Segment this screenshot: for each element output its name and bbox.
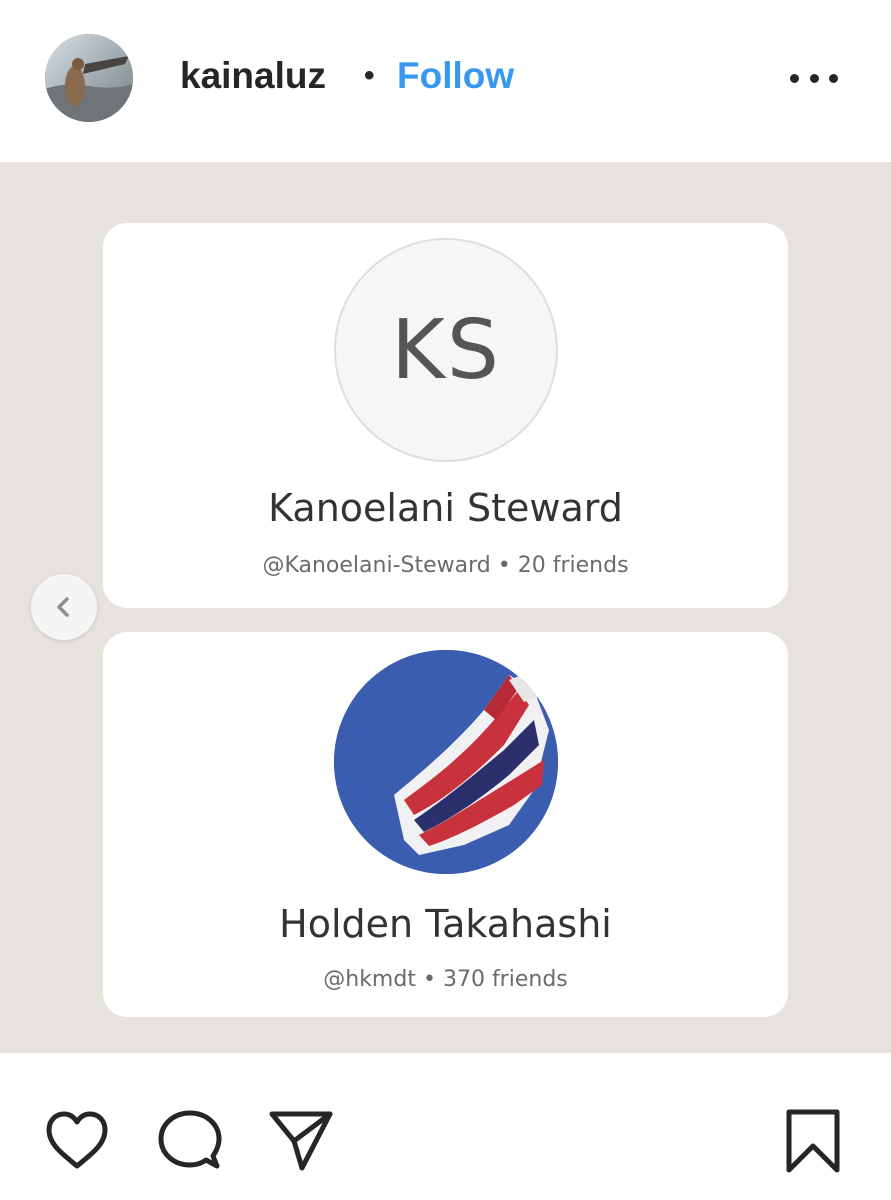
profile-meta: @Kanoelani-Steward • 20 friends [103,553,788,578]
bookmark-icon [786,1109,840,1173]
profile-handle: @Kanoelani-Steward [262,553,491,578]
paper-plane-icon [269,1111,333,1171]
profile-meta: @hkmdt • 370 friends [103,967,788,992]
more-dot [829,73,838,83]
heart-icon [46,1111,108,1169]
hawaiian-flag-photo [334,650,558,874]
comment-icon [158,1110,222,1169]
more-options-icon[interactable] [790,64,838,92]
profile-name: Holden Takahashi [279,902,612,946]
more-dot [809,73,819,83]
user-avatar[interactable] [45,34,133,122]
post-actions [0,1053,891,1200]
like-button[interactable] [42,1106,112,1176]
profile-card: Holden Takahashi @hkmdt • 370 friends [103,632,788,1017]
comment-button[interactable] [155,1106,225,1176]
meta-separator: • [497,553,511,578]
post-media[interactable]: KS Kanoelani Steward @Kanoelani-Steward … [0,162,891,1053]
more-dot [790,73,799,83]
save-button[interactable] [778,1106,848,1176]
friends-count: 370 friends [442,967,568,992]
meta-separator: • [422,967,436,992]
profile-card: KS Kanoelani Steward @Kanoelani-Steward … [103,223,788,608]
post-header: kainaluz • Follow [0,0,891,162]
carousel-prev-button[interactable] [31,574,97,640]
chevron-left-icon [57,597,69,617]
username[interactable]: kainaluz [180,52,326,100]
initials-avatar: KS [334,238,558,462]
friends-count: 20 friends [517,553,629,578]
follow-button[interactable]: Follow [397,52,514,100]
share-button[interactable] [266,1106,336,1176]
profile-handle: @hkmdt [323,967,416,992]
separator-dot: • [364,59,375,92]
profile-name: Kanoelani Steward [268,486,623,530]
